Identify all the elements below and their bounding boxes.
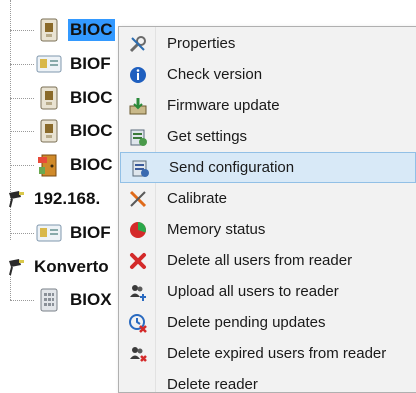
menu-item-delete-pending-updates[interactable]: Delete pending updates xyxy=(119,307,416,338)
menu-item-delete-all-users[interactable]: Delete all users from reader xyxy=(119,245,416,276)
menu-item-label: Properties xyxy=(167,35,235,52)
tree-node-label: BIOC xyxy=(68,19,115,41)
info-icon xyxy=(127,64,149,86)
network-host-icon xyxy=(6,188,28,210)
menu-item-firmware-update[interactable]: Firmware update xyxy=(119,90,416,121)
menu-item-upload-all-users[interactable]: Upload all users to reader xyxy=(119,276,416,307)
menu-item-delete-reader[interactable]: Delete reader xyxy=(119,369,416,393)
tree-line xyxy=(10,165,34,166)
tree-node-label: BIOX xyxy=(68,289,114,311)
tree-line xyxy=(10,64,34,65)
tree-node-reader[interactable]: BIOX xyxy=(36,286,114,314)
firmware-install-icon xyxy=(127,95,149,117)
tree-line xyxy=(10,233,34,234)
menu-item-label: Calibrate xyxy=(167,190,227,207)
delete-pending-icon xyxy=(127,312,149,334)
converter-host-icon xyxy=(6,256,28,278)
wrench-tools-icon xyxy=(127,33,149,55)
tree-line xyxy=(10,98,34,99)
tree-node-reader[interactable]: BIOC xyxy=(36,16,115,44)
tree-node-label: BIOC xyxy=(68,120,115,142)
menu-item-properties[interactable]: Properties xyxy=(119,28,416,59)
menu-item-delete-expired-users[interactable]: Delete expired users from reader xyxy=(119,338,416,369)
menu-item-label: Send configuration xyxy=(169,159,294,176)
tree-node-reader[interactable]: BIOF xyxy=(36,50,113,78)
red-x-icon xyxy=(127,250,149,272)
tree-node-label: Konverto xyxy=(32,256,111,278)
card-reader-icon xyxy=(36,52,62,76)
delete-expired-users-icon xyxy=(127,343,149,365)
tree-line xyxy=(10,30,34,31)
tree-node-label: BIOF xyxy=(68,222,113,244)
tree-node-reader[interactable]: BIOC xyxy=(36,117,115,145)
tree-node-label: 192.168. xyxy=(32,188,102,210)
menu-item-label: Upload all users to reader xyxy=(167,283,339,300)
users-upload-icon xyxy=(127,281,149,303)
menu-item-send-configuration[interactable]: Send configuration xyxy=(120,152,416,183)
reader-device-icon xyxy=(36,86,62,110)
tree-node-reader[interactable]: BIOC xyxy=(36,84,115,112)
tree-node-reader[interactable]: BIOC xyxy=(36,151,115,179)
menu-item-label: Check version xyxy=(167,66,262,83)
menu-item-label: Memory status xyxy=(167,221,265,238)
menu-item-label: Get settings xyxy=(167,128,247,145)
menu-item-label: Delete reader xyxy=(167,376,258,393)
tree-node-host[interactable]: Konverto xyxy=(6,253,111,281)
tree-line xyxy=(10,300,34,301)
tree-node-host[interactable]: 192.168. xyxy=(6,185,102,213)
keypad-reader-icon xyxy=(36,288,62,312)
context-menu: Properties Check version Firmware update… xyxy=(118,26,416,393)
tree-node-reader[interactable]: BIOF xyxy=(36,219,113,247)
card-reader-icon xyxy=(36,221,62,245)
send-configuration-icon xyxy=(129,157,151,179)
tree-line xyxy=(10,131,34,132)
reader-device-icon xyxy=(36,18,62,42)
menu-item-memory-status[interactable]: Memory status xyxy=(119,214,416,245)
menu-item-calibrate[interactable]: Calibrate xyxy=(119,183,416,214)
door-controller-icon xyxy=(36,153,62,177)
pie-chart-icon xyxy=(127,219,149,241)
menu-item-label: Delete pending updates xyxy=(167,314,325,331)
delete-reader-icon xyxy=(127,374,149,393)
tree-node-label: BIOF xyxy=(68,53,113,75)
menu-item-check-version[interactable]: Check version xyxy=(119,59,416,90)
reader-device-icon xyxy=(36,119,62,143)
tree-node-label: BIOC xyxy=(68,87,115,109)
menu-item-label: Delete all users from reader xyxy=(167,252,352,269)
menu-item-get-settings[interactable]: Get settings xyxy=(119,121,416,152)
get-settings-icon xyxy=(127,126,149,148)
tree-node-label: BIOC xyxy=(68,154,115,176)
menu-item-label: Firmware update xyxy=(167,97,280,114)
menu-item-label: Delete expired users from reader xyxy=(167,345,386,362)
calibrate-icon xyxy=(127,188,149,210)
